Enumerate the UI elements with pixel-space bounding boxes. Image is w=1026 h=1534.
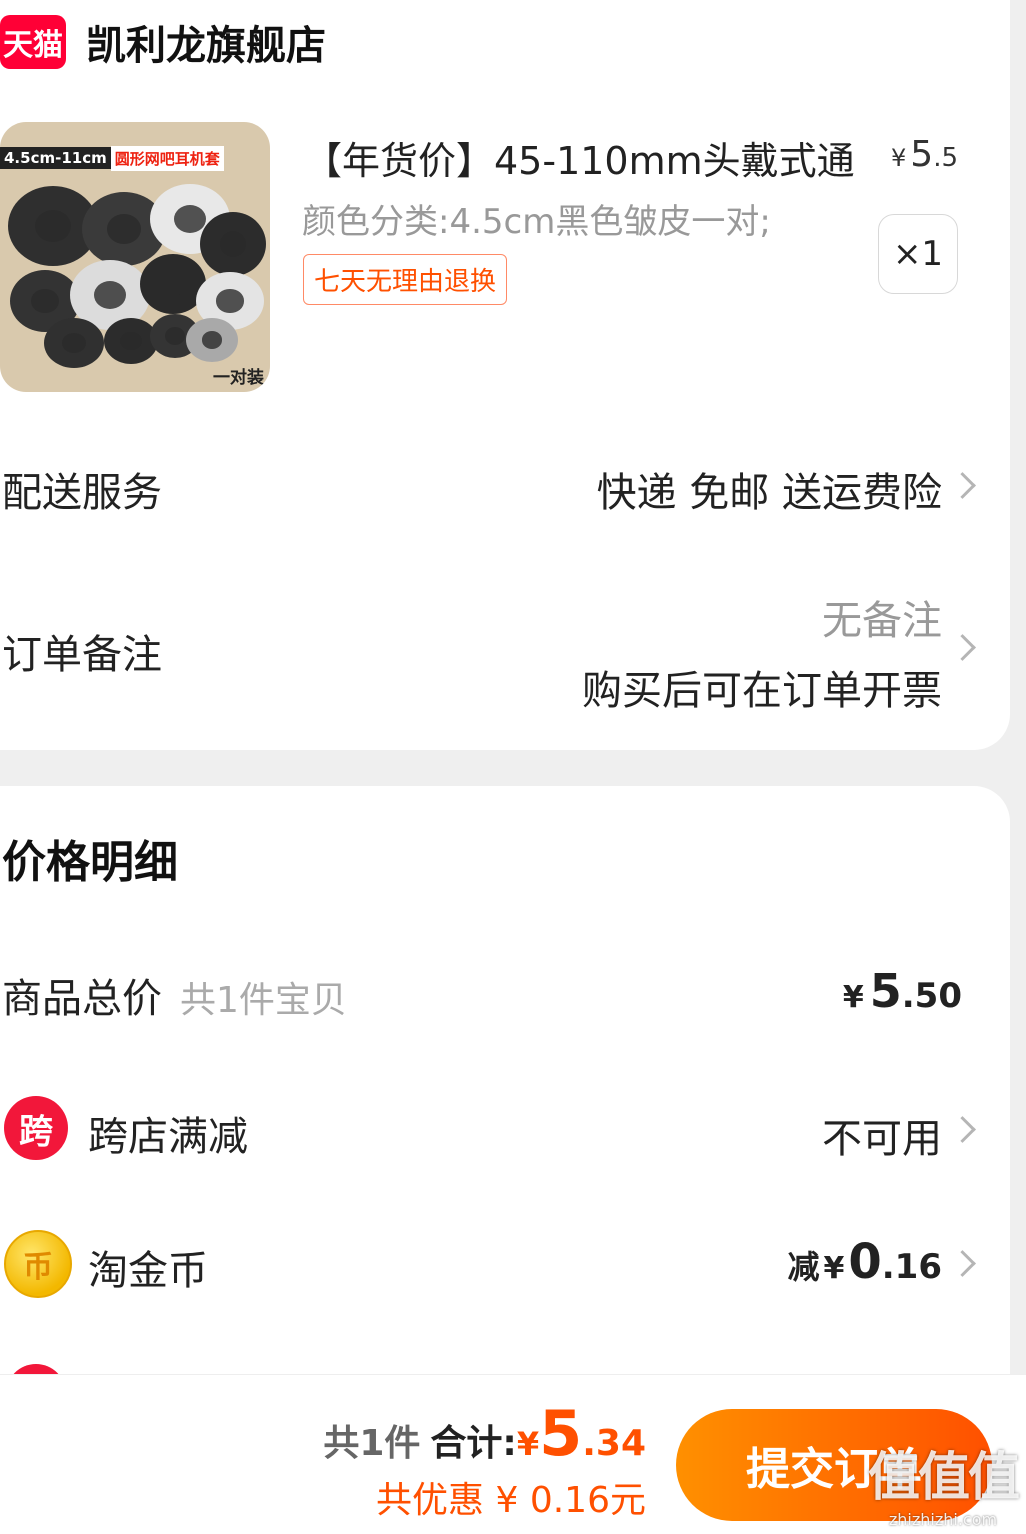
cross-store-icon: 跨 (4, 1096, 68, 1160)
taobao-coin-discount: 减 ¥0.16 (787, 1234, 942, 1290)
goods-total-currency: ¥ (842, 980, 864, 1015)
delivery-row[interactable]: 配送服务 快递 免邮 送运费险 (0, 460, 1010, 520)
price-decimal: .5 (933, 143, 958, 173)
goods-count: 共1件宝贝 (180, 980, 347, 1021)
taobao-coin-label: 淘金币 (88, 1248, 208, 1294)
remark-placeholder: 无备注 (822, 598, 942, 644)
order-card: 天猫 凯利龙旗舰店 4.5cm-11cm 圆形网吧耳机套 一对装 【年货价】45… (0, 0, 1010, 750)
delivery-value: 快递 免邮 送运费险 (596, 470, 942, 516)
earpad-shape (200, 212, 266, 276)
return-policy-badge: 七天无理由退换 (303, 254, 508, 305)
watermark-url: zhizhizhi.com (888, 1510, 998, 1529)
chevron-right-icon (949, 1250, 976, 1277)
remark-row[interactable]: 订单备注 无备注 购买后可在订单开票 (0, 588, 1010, 718)
total-integer: 5 (539, 1397, 583, 1470)
discount-currency: ¥ (823, 1251, 845, 1286)
goods-total-row: 商品总价 共1件宝贝 ¥5.50 (0, 964, 1010, 1026)
cross-store-label: 跨店满减 (88, 1114, 248, 1160)
discount-integer: 0 (848, 1234, 882, 1290)
order-confirm-page: 天猫 凯利龙旗舰店 4.5cm-11cm 圆形网吧耳机套 一对装 【年货价】45… (0, 0, 1026, 1534)
tmall-logo-icon: 天猫 (0, 15, 66, 69)
discount-prefix: 减 (787, 1248, 820, 1286)
price-currency: ¥ (891, 144, 907, 172)
chevron-right-icon (949, 1116, 976, 1143)
image-banner-size: 4.5cm-11cm (0, 147, 111, 169)
order-total: 共1件 合计:¥5.34 (323, 1397, 646, 1470)
price-detail-title: 价格明细 (2, 837, 178, 888)
gold-coin-icon: 币 (4, 1230, 72, 1298)
earpad-shape (186, 318, 238, 362)
cross-store-status: 不可用 (822, 1116, 942, 1162)
total-currency: ¥ (516, 1425, 540, 1463)
product-image[interactable]: 4.5cm-11cm 圆形网吧耳机套 一对装 (0, 122, 270, 392)
taobao-coin-row[interactable]: 币 淘金币 减 ¥0.16 (0, 1230, 1010, 1300)
goods-total-price: ¥5.50 (843, 964, 962, 1018)
bottom-submit-bar: 共1件 合计:¥5.34 共优惠 ¥ 0.16元 提交订单 值值值 zhizhiz… (0, 1374, 1026, 1534)
watermark-logo: 值值值 (867, 1448, 1020, 1508)
remark-label: 订单备注 (2, 632, 162, 678)
earpad-shape (44, 318, 104, 368)
total-savings: 共优惠 ¥ 0.16元 (376, 1480, 646, 1521)
price-integer: 5 (910, 134, 934, 175)
item-count: 共1件 (323, 1423, 421, 1464)
product-sku[interactable]: 颜色分类:4.5cm黑色皱皮一对; (302, 194, 771, 243)
watermark: 值值值 zhizhizhi.com (867, 1435, 1020, 1529)
shop-name: 凯利龙旗舰店 (86, 23, 326, 69)
product-title[interactable]: 【年货价】45-110mm头戴式通 (304, 130, 874, 185)
chevron-right-icon (949, 634, 976, 661)
discount-decimal: .16 (881, 1247, 942, 1287)
total-label: 合计: (430, 1423, 517, 1464)
image-tag: 一对装 (213, 368, 264, 388)
product-price: ¥5.5 (891, 134, 958, 175)
goods-total-label-text: 商品总价 (2, 976, 162, 1022)
chevron-right-icon (949, 472, 976, 499)
image-banner-text: 圆形网吧耳机套 (110, 145, 224, 171)
remark-invoice-note: 购买后可在订单开票 (582, 668, 942, 714)
total-decimal: .34 (582, 1423, 646, 1464)
goods-total-decimal: .50 (901, 976, 962, 1016)
product-image-banner: 4.5cm-11cm 圆形网吧耳机套 (0, 142, 270, 174)
delivery-label: 配送服务 (2, 470, 162, 516)
shop-header[interactable]: 天猫 凯利龙旗舰店 (0, 10, 326, 74)
quantity-stepper[interactable]: ×1 (878, 214, 958, 294)
cross-store-discount-row[interactable]: 跨 跨店满减 不可用 (0, 1094, 1010, 1164)
goods-total-label: 商品总价 共1件宝贝 (2, 966, 347, 1024)
goods-total-integer: 5 (869, 964, 902, 1018)
